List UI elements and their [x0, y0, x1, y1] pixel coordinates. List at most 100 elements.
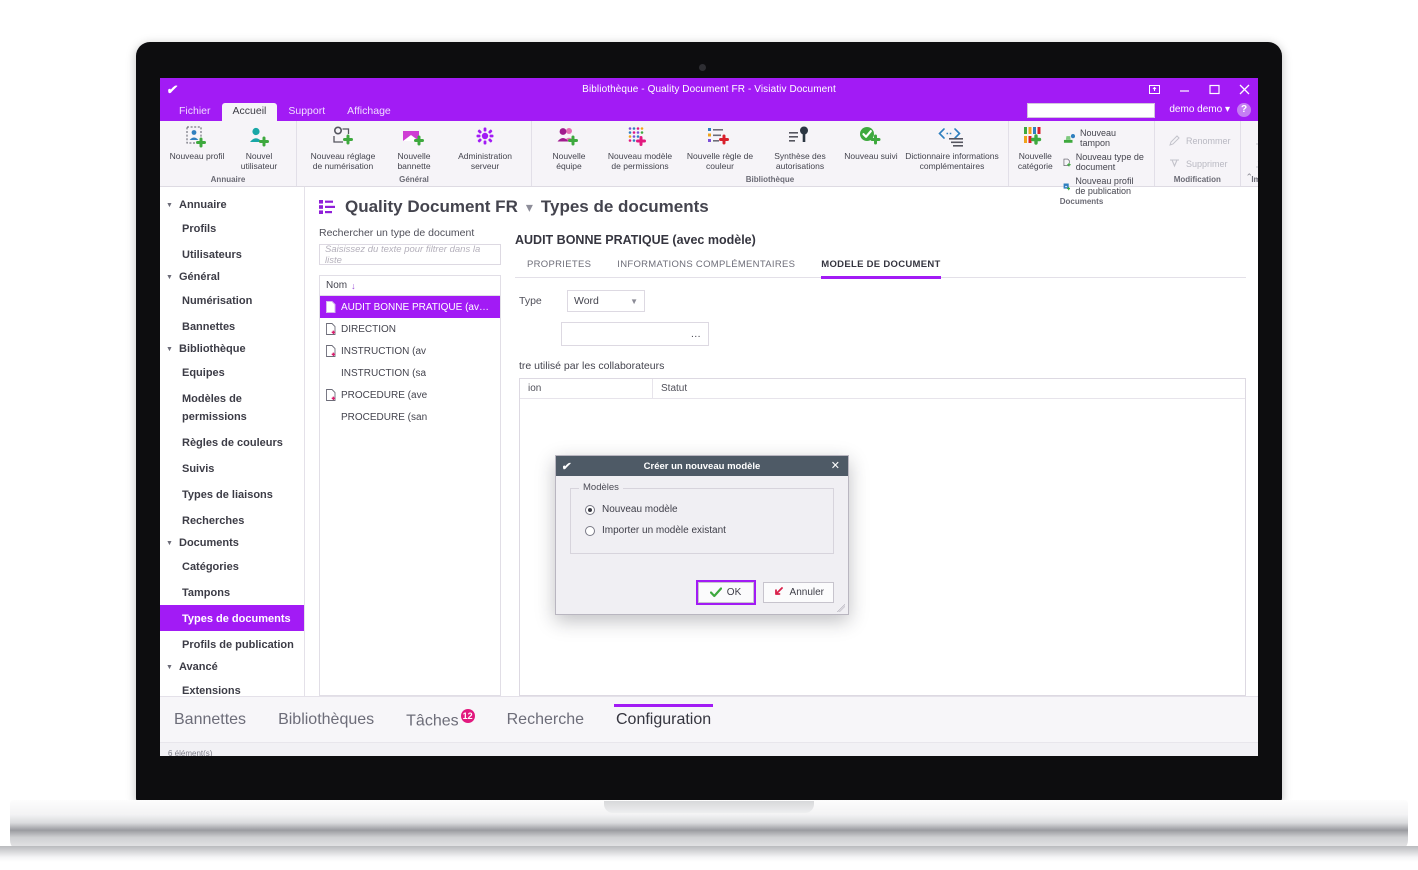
list-column-header-nom[interactable]: Nom ↓ [320, 276, 500, 296]
filter-input[interactable]: Saisissez du texte pour filtrer dans la … [319, 244, 501, 266]
tab-support[interactable]: Support [277, 103, 336, 121]
document-type-list: Nom ↓ AUDIT BONNE PRATIQUE (avec ... DIR… [319, 275, 501, 696]
grid-header-cell[interactable]: ion [520, 379, 653, 398]
bottom-nav-configuration[interactable]: Configuration [613, 704, 714, 735]
tab-accueil[interactable]: Accueil [221, 103, 278, 121]
sidebar-item-utilisateurs[interactable]: Utilisateurs [160, 241, 304, 267]
grid-header-cell[interactable]: Statut [653, 379, 1245, 398]
user-menu[interactable]: demo demo ▾ [1169, 104, 1230, 115]
minimize-icon[interactable] [1176, 81, 1192, 97]
new-doc-type-icon [1063, 158, 1071, 167]
dictionary-button[interactable]: Dictionnaire informations complémentaire… [902, 125, 1002, 171]
sidebar-group-general[interactable]: ▼ Général [160, 267, 304, 287]
bottom-nav-bibliotheques[interactable]: Bibliothèques [276, 704, 376, 735]
sidebar-item-numerisation[interactable]: Numérisation [160, 287, 304, 313]
search-icon[interactable] [1141, 105, 1152, 116]
chevron-down-icon[interactable]: ▾ [526, 199, 533, 216]
fieldset-legend: Modèles [579, 482, 623, 493]
detail-tabs: PROPRIETES INFORMATIONS COMPLÉMENTAIRES … [515, 249, 1246, 279]
help-icon[interactable]: ? [1237, 103, 1251, 117]
bottom-nav-bannettes[interactable]: Bannettes [172, 704, 248, 735]
list-item[interactable]: INSTRUCTION (av [320, 340, 500, 362]
sidebar-item-bannettes[interactable]: Bannettes [160, 313, 304, 339]
ribbon-group-annuaire: Nouveau profil Nouvel utilisateur Annuai… [160, 121, 297, 186]
ribbon-tab-bar: Fichier Accueil Support Affichage demo d… [160, 102, 1258, 121]
sidebar-item-label: Recherches [182, 515, 245, 527]
bottom-nav-taches[interactable]: Tâches 12 [404, 702, 476, 736]
close-icon[interactable] [1236, 81, 1252, 97]
new-category-label: Nouvelle catégorie [1017, 151, 1053, 171]
sidebar-item-modeles-permissions[interactable]: Modèles de permissions [160, 385, 304, 429]
cancel-label: Annuler [789, 586, 824, 598]
permissions-summary-button[interactable]: Synthèse des autorisations [760, 125, 840, 171]
new-stamp-button[interactable]: Nouveau tampon [1060, 127, 1148, 149]
delete-button[interactable]: Supprimer [1165, 156, 1234, 171]
radio-icon [585, 525, 595, 536]
radio-nouveau-modele[interactable]: Nouveau modèle [583, 499, 821, 520]
chevron-down-icon: ▼ [166, 539, 173, 547]
template-field[interactable]: … [561, 322, 709, 346]
new-team-button[interactable]: Nouvelle équipe [538, 125, 600, 171]
new-tray-label: Nouvelle bannette [397, 151, 431, 171]
ribbon-group-title-modification: Modification [1173, 175, 1221, 184]
laptop-mockup: ✔ Bibliothèque - Quality Document FR - V… [0, 0, 1418, 870]
resize-grip-icon[interactable] [837, 604, 845, 612]
document-icon [326, 323, 336, 335]
list-item[interactable]: INSTRUCTION (sa [320, 362, 500, 384]
sidebar-group-avance[interactable]: ▼ Avancé [160, 657, 304, 677]
list-item[interactable]: PROCEDURE (ave [320, 384, 500, 406]
type-select[interactable]: Word ▼ [567, 290, 645, 312]
sidebar-item-extensions[interactable]: Extensions [160, 677, 304, 696]
sidebar-item-types-de-documents[interactable]: Types de documents [160, 605, 304, 631]
sidebar-item-types-liaisons[interactable]: Types de liaisons [160, 481, 304, 507]
sidebar-item-suivis[interactable]: Suivis [160, 455, 304, 481]
sidebar-item-profils-publication[interactable]: Profils de publication [160, 631, 304, 657]
tab-fichier[interactable]: Fichier [168, 103, 222, 121]
sidebar-item-profils[interactable]: Profils [160, 215, 304, 241]
sidebar-group-bibliotheque[interactable]: ▼ Bibliothèque [160, 339, 304, 359]
sidebar-group-documents[interactable]: ▼ Documents [160, 533, 304, 553]
ok-label: OK [726, 586, 742, 598]
ok-button[interactable]: OK [695, 579, 756, 605]
sidebar-item-regles-couleurs[interactable]: Règles de couleurs [160, 429, 304, 455]
new-doc-type-button[interactable]: Nouveau type de document [1060, 151, 1148, 173]
close-icon[interactable]: ✕ [831, 456, 840, 476]
restore-down-icon[interactable] [1146, 81, 1162, 97]
maximize-icon[interactable] [1206, 81, 1222, 97]
radio-importer-modele-existant[interactable]: Importer un modèle existant [583, 520, 821, 541]
tab-proprietes[interactable]: PROPRIETES [527, 259, 591, 279]
dialog-footer: OK Annuler [556, 576, 848, 614]
new-team-label: Nouvelle équipe [552, 151, 586, 171]
list-item-label: PROCEDURE (ave [341, 389, 428, 401]
new-followup-button[interactable]: Nouveau suivi [840, 125, 902, 161]
rename-button[interactable]: Renommer [1165, 133, 1234, 148]
new-category-button[interactable]: Nouvelle catégorie [1015, 125, 1056, 171]
new-color-rule-button[interactable]: Nouvelle règle de couleur [680, 125, 760, 171]
sidebar-group-annuaire[interactable]: ▼ Annuaire [160, 195, 304, 215]
global-search-input[interactable] [1027, 103, 1155, 118]
new-tray-button[interactable]: Nouvelle bannette [383, 125, 445, 171]
sidebar-item-equipes[interactable]: Equipes [160, 359, 304, 385]
server-admin-button[interactable]: Administration serveur [445, 125, 525, 171]
tab-affichage[interactable]: Affichage [336, 103, 402, 121]
export-icon [1255, 160, 1258, 168]
list-item[interactable]: DIRECTION [320, 318, 500, 340]
chevron-up-icon[interactable]: ⌃ [1245, 172, 1253, 183]
new-permission-template-button[interactable]: Nouveau modèle de permissions [600, 125, 680, 171]
bottom-nav-recherche[interactable]: Recherche [505, 704, 586, 735]
tab-modele-de-document[interactable]: MODELE DE DOCUMENT [821, 259, 941, 279]
sidebar-item-tampons[interactable]: Tampons [160, 579, 304, 605]
new-profile-button[interactable]: Nouveau profil [166, 125, 228, 161]
import-button[interactable]: Importer [1251, 133, 1258, 148]
export-button[interactable]: Exporter [1251, 156, 1258, 171]
sidebar-item-categories[interactable]: Catégories [160, 553, 304, 579]
new-user-button[interactable]: Nouvel utilisateur [228, 125, 290, 171]
sidebar-item-label: Bannettes [182, 321, 236, 333]
tab-informations-complementaires[interactable]: INFORMATIONS COMPLÉMENTAIRES [617, 259, 795, 279]
new-scan-setting-button[interactable]: Nouveau réglage de numérisation [303, 125, 383, 171]
sidebar-item-recherches[interactable]: Recherches [160, 507, 304, 533]
list-item[interactable]: PROCEDURE (san [320, 406, 500, 428]
list-item[interactable]: AUDIT BONNE PRATIQUE (avec ... [320, 296, 500, 318]
new-doc-type-label: Nouveau type de document [1075, 152, 1144, 172]
cancel-button[interactable]: Annuler [762, 581, 834, 603]
